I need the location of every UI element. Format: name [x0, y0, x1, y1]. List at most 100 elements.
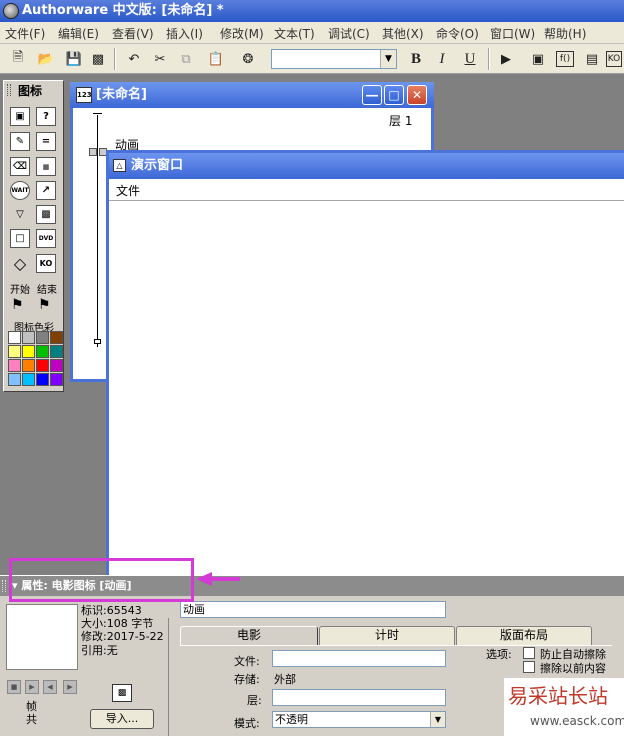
chevron-down-icon[interactable]: ▼ — [380, 50, 396, 68]
tab-timing[interactable]: 计时 — [319, 626, 455, 645]
knowledge-object-icon[interactable]: KO — [36, 254, 56, 273]
display-icon[interactable]: ▣ — [10, 107, 30, 126]
digital-movie-icon[interactable]: ▩ — [36, 205, 56, 224]
calculation-icon[interactable]: ✎ — [10, 132, 30, 151]
erase-previous-checkbox[interactable] — [523, 661, 535, 673]
tab-layout[interactable]: 版面布局 — [456, 626, 592, 645]
color-swatch[interactable] — [50, 373, 63, 386]
control-panel-icon[interactable]: ▣ — [528, 49, 548, 69]
color-swatch[interactable] — [50, 359, 63, 372]
framework-icon[interactable]: ▦ — [36, 157, 56, 176]
paste-icon[interactable]: 📋 — [206, 49, 226, 69]
italic-button[interactable]: I — [432, 49, 452, 69]
sound-icon[interactable]: □ — [10, 229, 30, 248]
color-swatch[interactable] — [8, 345, 21, 358]
menu-debug[interactable]: 调试(C) — [328, 25, 370, 42]
dvd-icon[interactable]: DVD — [36, 229, 56, 248]
menu-other[interactable]: 其他(X) — [382, 25, 424, 42]
menu-view[interactable]: 查看(V) — [112, 25, 154, 42]
close-button[interactable]: ✕ — [407, 85, 427, 105]
copy-icon[interactable]: ⧉ — [176, 49, 196, 69]
menu-command[interactable]: 命令(O) — [436, 25, 479, 42]
icon-name-field[interactable]: 动画 — [180, 601, 446, 618]
erase-icon[interactable]: ⌫ — [10, 157, 30, 176]
function-icon[interactable]: f() — [556, 51, 574, 67]
color-swatch[interactable] — [8, 373, 21, 386]
color-swatch[interactable] — [22, 331, 35, 344]
tab-movie[interactable]: 电影 — [180, 626, 318, 645]
decision-icon[interactable]: ▽ — [10, 205, 30, 224]
menu-window[interactable]: 窗口(W) — [490, 25, 535, 42]
icon-palette: 图标 ▣ ? ✎ = ⌫ ▦ WAIT ↗ ▽ ▩ □ DVD ◇ KO 开始 … — [3, 80, 64, 392]
find-icon[interactable]: ❂ — [238, 49, 258, 69]
total-label: 共 — [26, 713, 37, 726]
flowline-end — [94, 339, 101, 344]
play-icon[interactable]: ▶ — [25, 680, 39, 694]
color-swatch[interactable] — [22, 373, 35, 386]
flowline — [97, 115, 98, 347]
storage-value: 外部 — [274, 673, 296, 686]
title-bar: Authorware 中文版: [未命名] * — [0, 0, 624, 22]
save-icon[interactable]: 💾 — [64, 49, 84, 69]
video-icon[interactable]: ◇ — [10, 254, 30, 273]
color-swatch[interactable] — [22, 359, 35, 372]
color-swatch[interactable] — [36, 359, 49, 372]
movie-flow-icon[interactable] — [89, 148, 97, 156]
color-swatch[interactable] — [8, 359, 21, 372]
mode-select-value: 不透明 — [275, 713, 308, 726]
underline-button[interactable]: U — [460, 49, 480, 69]
chevron-down-icon[interactable]: ▼ — [430, 712, 445, 727]
cut-icon[interactable]: ✂ — [150, 49, 170, 69]
open-file-icon[interactable]: 📂 — [36, 49, 56, 69]
menu-text[interactable]: 文本(T) — [274, 25, 315, 42]
color-swatch[interactable] — [22, 345, 35, 358]
step-back-icon[interactable]: ◀ — [43, 680, 57, 694]
panel-divider — [168, 618, 169, 736]
maximize-button[interactable]: □ — [384, 85, 404, 105]
font-select[interactable]: ▼ — [271, 49, 397, 69]
color-swatch[interactable] — [8, 331, 21, 344]
highlight-box — [9, 558, 194, 602]
minimize-button[interactable]: ― — [362, 85, 382, 105]
mode-label: 模式: — [234, 717, 260, 730]
color-swatch[interactable] — [50, 331, 63, 344]
step-forward-icon[interactable]: ▶ — [63, 680, 77, 694]
undo-icon[interactable]: ↶ — [124, 49, 144, 69]
start-flag-icon[interactable]: ⚑ — [11, 297, 24, 313]
interaction-icon[interactable]: ? — [36, 107, 56, 126]
flowline-start — [93, 113, 102, 114]
wait-icon[interactable]: WAIT — [10, 181, 30, 200]
color-swatch[interactable] — [36, 331, 49, 344]
color-swatch[interactable] — [50, 345, 63, 358]
map-icon[interactable]: = — [36, 132, 56, 151]
layer-field[interactable] — [272, 689, 446, 706]
menu-help[interactable]: 帮助(H) — [544, 25, 586, 42]
import-button[interactable]: 导入... — [90, 709, 154, 729]
flowline-title-bar[interactable]: 123 [未命名] ― □ ✕ — [70, 82, 434, 108]
highlight-arrow — [196, 572, 240, 586]
run-icon[interactable]: ▶ — [496, 49, 516, 69]
navigate-icon[interactable]: ↗ — [36, 181, 56, 200]
end-flag-icon[interactable]: ⚑ — [38, 297, 51, 313]
menu-modify[interactable]: 修改(M) — [220, 25, 264, 42]
color-swatch[interactable] — [36, 345, 49, 358]
prevent-auto-erase-checkbox[interactable] — [523, 647, 535, 659]
mode-select[interactable]: 不透明 ▼ — [272, 711, 446, 728]
variable-icon[interactable]: ▤ — [582, 49, 602, 69]
presentation-menu-file[interactable]: 文件 — [116, 182, 140, 199]
presentation-title-bar[interactable]: △ 演示窗口 — [109, 153, 624, 179]
bold-button[interactable]: B — [406, 49, 426, 69]
file-field[interactable] — [272, 650, 446, 667]
presentation-window-icon: △ — [113, 159, 126, 172]
new-file-icon[interactable]: 🗎 — [8, 49, 28, 69]
menu-edit[interactable]: 编辑(E) — [58, 25, 99, 42]
menu-bar: 文件(F) 编辑(E) 查看(V) 插入(I) 修改(M) 文本(T) 调试(C… — [0, 22, 624, 44]
color-swatch[interactable] — [36, 373, 49, 386]
stop-icon[interactable]: ■ — [7, 680, 21, 694]
knowledge-object-icon[interactable]: KO — [606, 51, 622, 67]
import-icon[interactable]: ▩ — [88, 49, 108, 69]
menu-insert[interactable]: 插入(I) — [166, 25, 203, 42]
flowline-window-icon: 123 — [76, 87, 92, 103]
menu-file[interactable]: 文件(F) — [5, 25, 45, 42]
flowline-title: [未命名] — [96, 87, 147, 102]
